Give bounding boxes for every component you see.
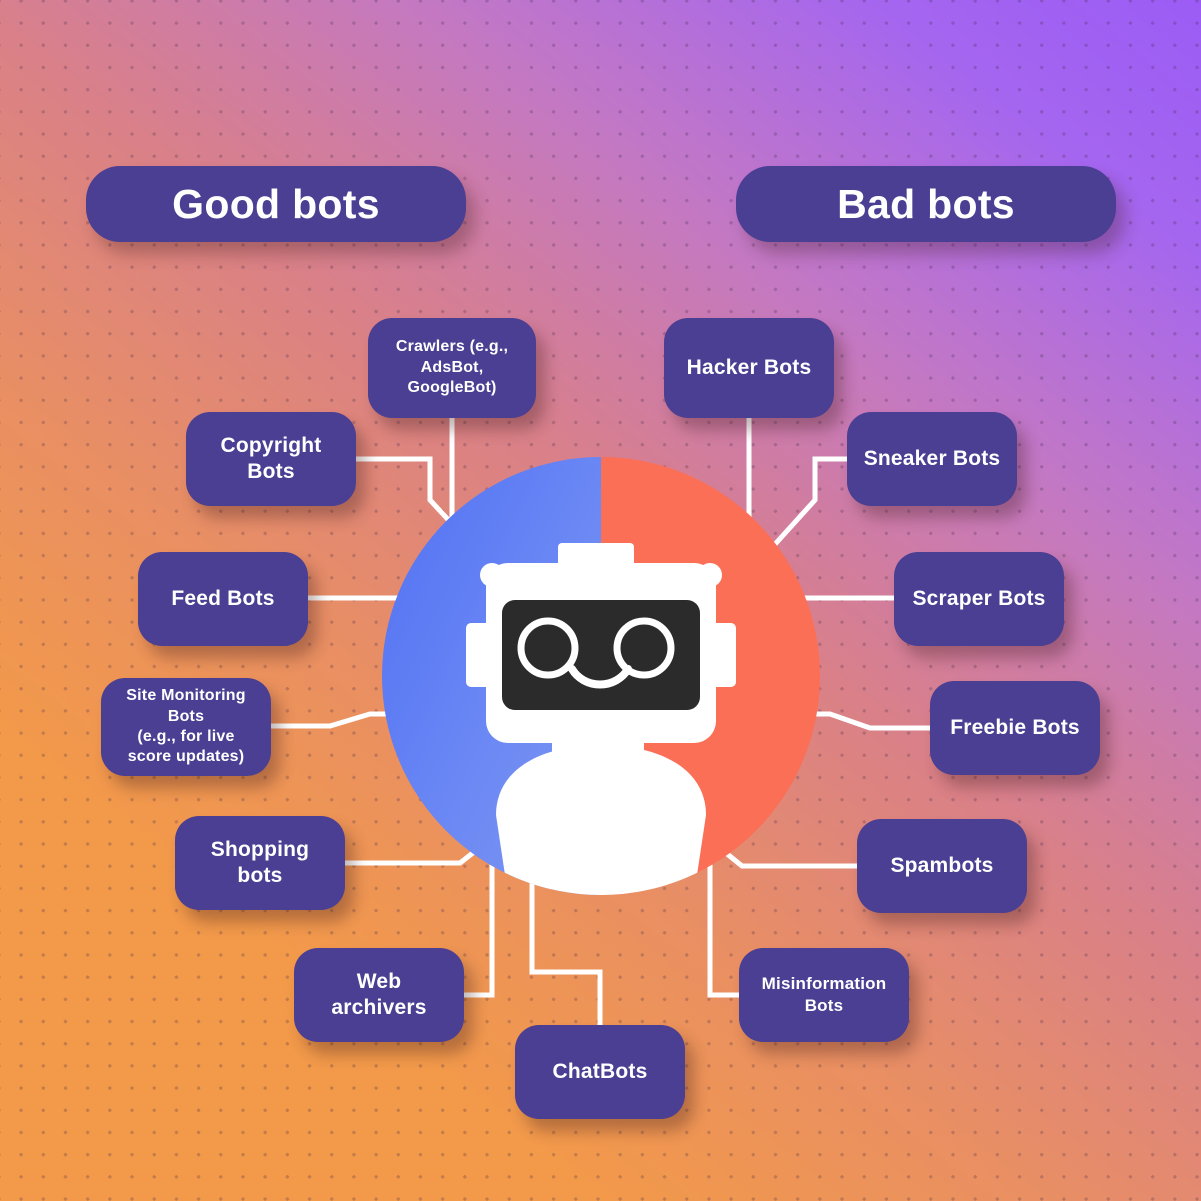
node-shopping-bots[interactable]: Shopping bots xyxy=(175,816,345,910)
node-crawlers[interactable]: Crawlers (e.g., AdsBot, GoogleBot) xyxy=(368,318,536,418)
infographic-canvas: Good bots Bad bots Crawlers (e.g., AdsBo… xyxy=(0,0,1201,1201)
node-spambots-label: Spambots xyxy=(890,853,994,877)
node-freebie-bots-label: Freebie Bots xyxy=(950,715,1080,739)
node-feed-bots-label: Feed Bots xyxy=(171,586,275,610)
wire-chatbots xyxy=(529,880,603,1034)
node-site-monitoring-bots-label: Site Monitoring Bots (e.g., for live sco… xyxy=(126,687,246,766)
node-hacker-bots[interactable]: Hacker Bots xyxy=(664,318,834,418)
node-copyright-bots[interactable]: Copyright Bots xyxy=(186,412,356,506)
header-good-bots: Good bots xyxy=(86,166,466,242)
node-hacker-bots-label: Hacker Bots xyxy=(686,355,812,379)
node-copyright-bots-label: Copyright Bots xyxy=(220,433,322,483)
node-spambots[interactable]: Spambots xyxy=(857,819,1027,913)
node-scraper-bots-label: Scraper Bots xyxy=(912,586,1046,610)
node-scraper-bots[interactable]: Scraper Bots xyxy=(894,552,1064,646)
node-web-archivers[interactable]: Web archivers xyxy=(294,948,464,1042)
robot-mascot-icon xyxy=(466,543,736,895)
central-hub xyxy=(382,457,820,895)
node-misinformation-bots[interactable]: Misinformation Bots xyxy=(739,948,909,1042)
node-sneaker-bots-label: Sneaker Bots xyxy=(863,446,1001,470)
header-good-bots-label: Good bots xyxy=(172,180,380,227)
node-web-archivers-label: Web archivers xyxy=(331,969,427,1019)
node-feed-bots[interactable]: Feed Bots xyxy=(138,552,308,646)
node-shopping-bots-label: Shopping bots xyxy=(210,837,310,887)
node-chatbots[interactable]: ChatBots xyxy=(515,1025,685,1119)
header-bad-bots-label: Bad bots xyxy=(837,180,1015,227)
header-bad-bots: Bad bots xyxy=(736,166,1116,242)
node-crawlers-label: Crawlers (e.g., AdsBot, GoogleBot) xyxy=(395,338,509,397)
node-sneaker-bots[interactable]: Sneaker Bots xyxy=(847,412,1017,506)
node-site-monitoring-bots[interactable]: Site Monitoring Bots (e.g., for live sco… xyxy=(101,678,271,776)
node-freebie-bots[interactable]: Freebie Bots xyxy=(930,681,1100,775)
node-chatbots-label: ChatBots xyxy=(552,1059,648,1083)
node-misinformation-bots-label: Misinformation Bots xyxy=(761,973,887,1015)
